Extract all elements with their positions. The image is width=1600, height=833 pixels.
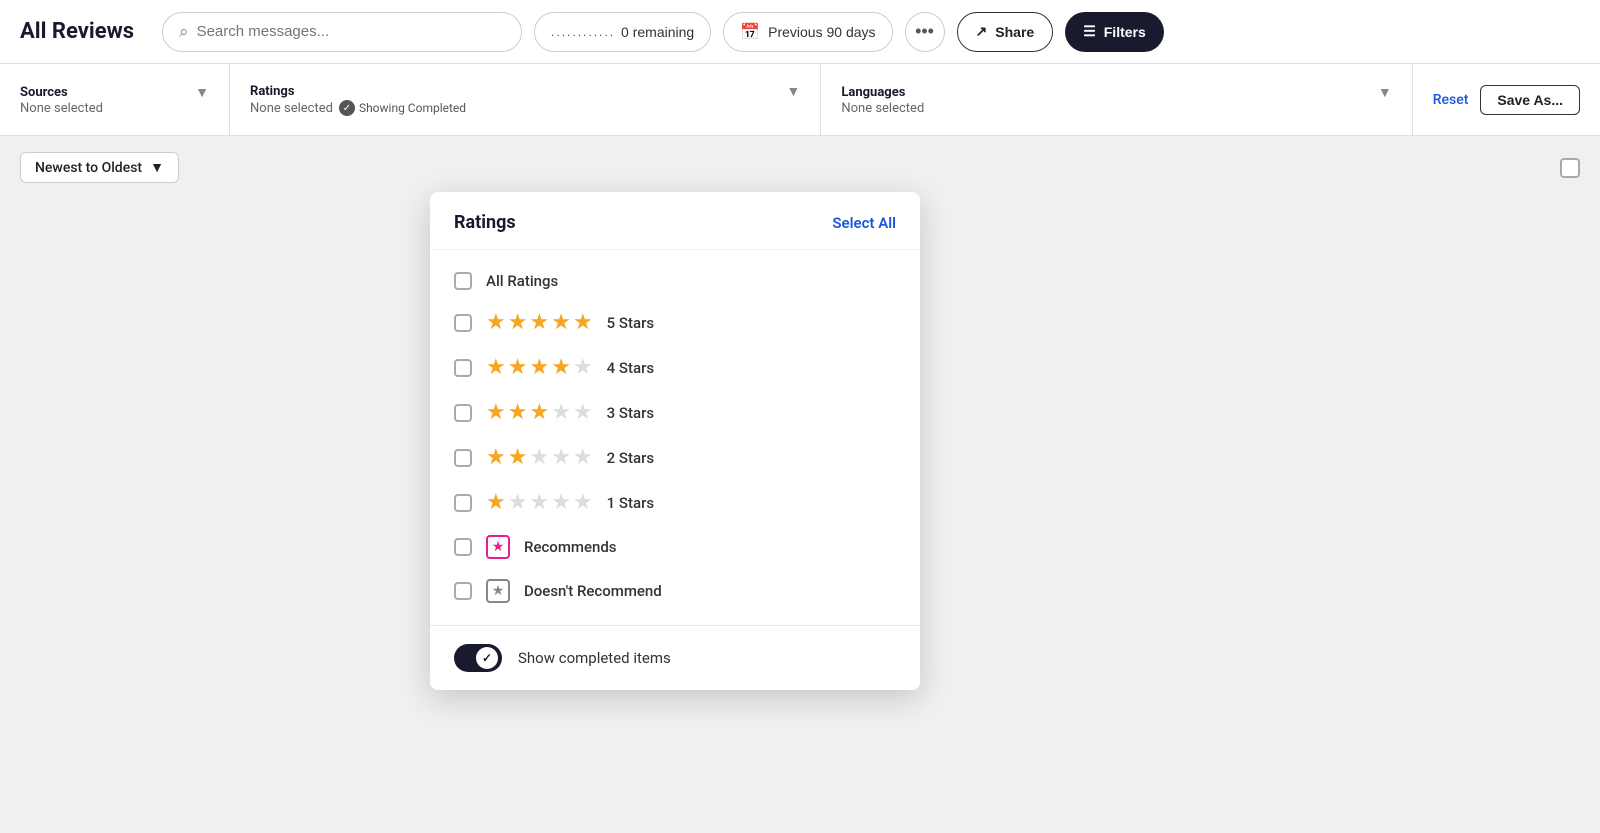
sources-value: None selected <box>20 101 209 116</box>
rating-checkbox-4[interactable] <box>454 359 472 377</box>
languages-filter[interactable]: Languages ▼ None selected <box>821 64 1412 135</box>
rating-checkbox-all[interactable] <box>454 272 472 290</box>
showing-completed-badge: ✓ Showing Completed <box>339 100 466 116</box>
languages-label: Languages <box>841 85 905 100</box>
share-label: Share <box>995 24 1034 40</box>
select-all-checkbox[interactable] <box>1560 158 1580 178</box>
toggle-thumb: ✓ <box>476 647 498 669</box>
languages-chevron-icon: ▼ <box>1378 84 1392 101</box>
rating-item-recommends[interactable]: ★ Recommends <box>430 525 920 569</box>
rating-label-all: All Ratings <box>486 272 558 290</box>
rating-checkbox-3[interactable] <box>454 404 472 422</box>
sources-filter[interactable]: Sources ▼ None selected <box>0 64 230 135</box>
date-range-button[interactable]: 📅 Previous 90 days <box>723 12 892 52</box>
rating-checkbox-2[interactable] <box>454 449 472 467</box>
stars-5: ★ ★ ★ ★ ★ <box>486 310 593 335</box>
rating-label-1: 1 Stars <box>607 494 654 512</box>
completed-icon: ✓ <box>339 100 355 116</box>
ratings-dropdown: Ratings Select All All Ratings ★ ★ ★ ★ ★… <box>430 192 920 690</box>
date-range-label: Previous 90 days <box>768 24 875 40</box>
show-completed-toggle[interactable]: ✓ <box>454 644 502 672</box>
share-icon: ↗ <box>976 23 988 40</box>
rating-checkbox-5[interactable] <box>454 314 472 332</box>
dropdown-title: Ratings <box>454 212 516 233</box>
rating-label-recommends: Recommends <box>524 538 617 556</box>
sources-label: Sources <box>20 85 68 100</box>
more-options-button[interactable]: ••• <box>905 12 945 52</box>
ratings-label: Ratings <box>250 84 295 99</box>
content-area: Newest to Oldest ▼ your respond in Ratin… <box>0 136 1600 833</box>
search-input[interactable] <box>197 23 505 40</box>
dropdown-header: Ratings Select All <box>430 192 920 250</box>
reset-link[interactable]: Reset <box>1433 92 1469 108</box>
rating-item-all[interactable]: All Ratings <box>430 262 920 300</box>
header: All Reviews ⌕ ............ 0 remaining 📅… <box>0 0 1600 64</box>
rating-checkbox-doesnt-recommend[interactable] <box>454 582 472 600</box>
filters-icon: ☰ <box>1083 23 1096 40</box>
sort-bar: Newest to Oldest ▼ <box>0 136 1600 199</box>
recommends-icon: ★ <box>486 535 510 559</box>
filter-bar: Sources ▼ None selected Ratings ▼ None s… <box>0 64 1600 136</box>
rating-label-5: 5 Stars <box>607 314 654 332</box>
ratings-filter[interactable]: Ratings ▼ None selected ✓ Showing Comple… <box>230 64 821 135</box>
stars-4: ★ ★ ★ ★ ★ <box>486 355 593 380</box>
stars-3: ★ ★ ★ ★ ★ <box>486 400 593 425</box>
rating-item-4[interactable]: ★ ★ ★ ★ ★ 4 Stars <box>430 345 920 390</box>
more-icon: ••• <box>915 21 934 42</box>
languages-value: None selected <box>841 101 1391 116</box>
share-button[interactable]: ↗ Share <box>957 12 1054 52</box>
ratings-value: None selected ✓ Showing Completed <box>250 100 800 116</box>
sort-chevron-icon: ▼ <box>150 159 164 176</box>
save-as-button[interactable]: Save As... <box>1480 85 1580 115</box>
remaining-button[interactable]: ............ 0 remaining <box>534 12 711 52</box>
filter-actions: Reset Save As... <box>1413 64 1600 135</box>
sort-label: Newest to Oldest <box>35 160 142 176</box>
rating-item-1[interactable]: ★ ★ ★ ★ ★ 1 Stars <box>430 480 920 525</box>
ratings-chevron-icon: ▼ <box>786 83 800 100</box>
toggle-check-icon: ✓ <box>482 651 492 665</box>
rating-item-5[interactable]: ★ ★ ★ ★ ★ 5 Stars <box>430 300 920 345</box>
rating-label-2: 2 Stars <box>607 449 654 467</box>
rating-label-4: 4 Stars <box>607 359 654 377</box>
page-title: All Reviews <box>20 19 134 44</box>
sources-chevron-icon: ▼ <box>195 84 209 101</box>
rating-checkbox-recommends[interactable] <box>454 538 472 556</box>
rating-item-3[interactable]: ★ ★ ★ ★ ★ 3 Stars <box>430 390 920 435</box>
rating-label-doesnt-recommend: Doesn't Recommend <box>524 582 662 600</box>
dropdown-footer: ✓ Show completed items <box>430 625 920 690</box>
remaining-dots: ............ <box>551 25 615 39</box>
rating-item-2[interactable]: ★ ★ ★ ★ ★ 2 Stars <box>430 435 920 480</box>
filters-button[interactable]: ☰ Filters <box>1065 12 1164 52</box>
calendar-icon: 📅 <box>740 22 760 42</box>
search-icon: ⌕ <box>179 22 189 42</box>
remaining-label: 0 remaining <box>621 24 694 40</box>
search-bar[interactable]: ⌕ <box>162 12 522 52</box>
stars-2: ★ ★ ★ ★ ★ <box>486 445 593 470</box>
dropdown-body: All Ratings ★ ★ ★ ★ ★ 5 Stars ★ ★ <box>430 250 920 625</box>
select-all-link[interactable]: Select All <box>832 214 896 232</box>
filters-label: Filters <box>1104 24 1146 40</box>
toggle-track: ✓ <box>454 644 502 672</box>
stars-1: ★ ★ ★ ★ ★ <box>486 490 593 515</box>
doesnt-recommend-icon: ★ <box>486 579 510 603</box>
show-completed-label: Show completed items <box>518 649 671 667</box>
sort-dropdown[interactable]: Newest to Oldest ▼ <box>20 152 179 183</box>
rating-checkbox-1[interactable] <box>454 494 472 512</box>
rating-label-3: 3 Stars <box>607 404 654 422</box>
rating-item-doesnt-recommend[interactable]: ★ Doesn't Recommend <box>430 569 920 613</box>
